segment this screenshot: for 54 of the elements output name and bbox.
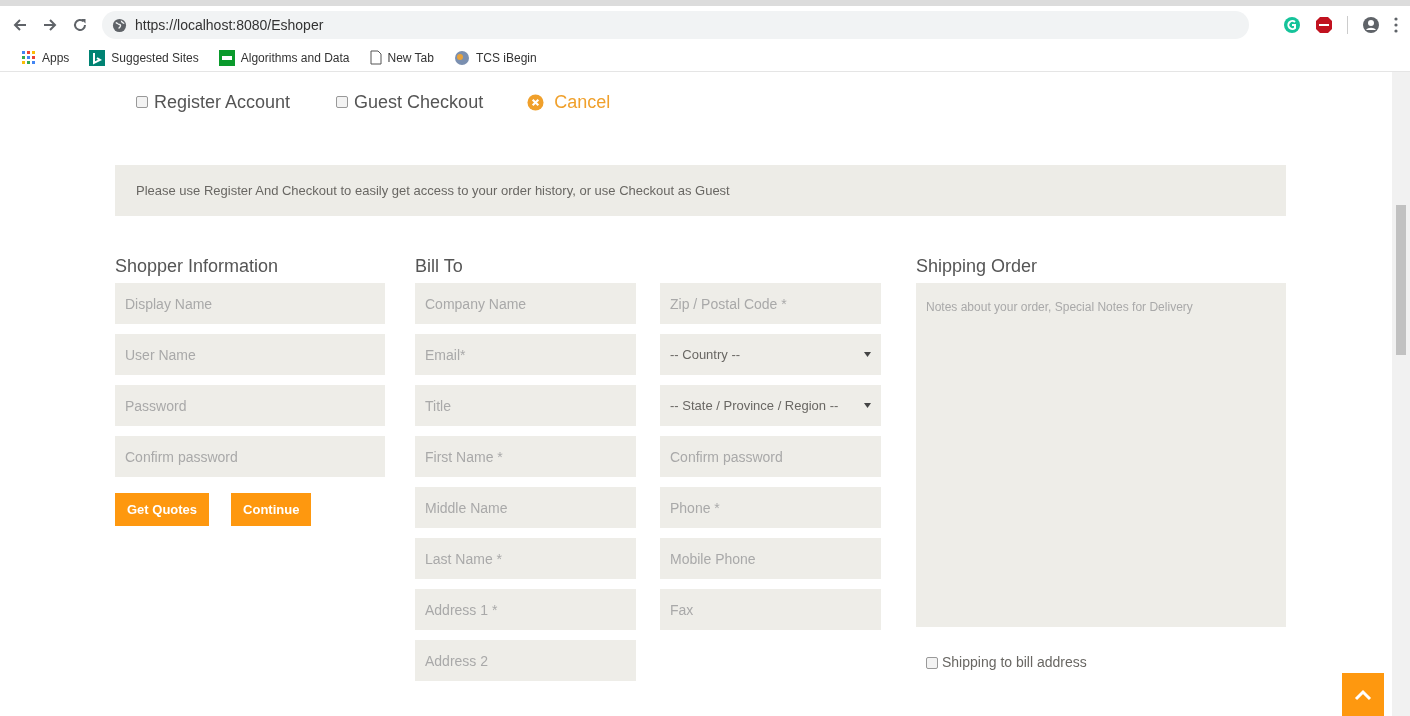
- chevron-up-icon: [1354, 689, 1372, 701]
- input-field[interactable]: Address 1 *: [415, 589, 636, 630]
- globe-icon: [112, 17, 127, 33]
- section-heading: Shipping Order: [916, 255, 1039, 278]
- section-heading: Bill To: [415, 255, 464, 278]
- bookmark[interactable]: Algorithms and Data: [216, 46, 352, 69]
- checkbox-label[interactable]: Register Account: [154, 88, 291, 116]
- input-field[interactable]: Fax: [660, 589, 881, 630]
- input-field[interactable]: First Name *: [415, 436, 636, 477]
- page-icon: [369, 50, 382, 65]
- adblock-icon[interactable]: [1315, 16, 1333, 34]
- apps-grid-icon: [22, 50, 36, 65]
- checkbox-label[interactable]: Shipping to bill address: [942, 652, 1087, 673]
- url-text: https://localhost:8080/Eshoper: [135, 15, 324, 35]
- notice-text: Please use Register And Checkout to easily get access to your order history, or use Checkout as Guest: [136, 181, 730, 200]
- bookmark[interactable]: New Tab: [367, 46, 436, 69]
- input-field[interactable]: Confirm password: [115, 436, 385, 477]
- globe-icon: [454, 49, 470, 66]
- input-field[interactable]: Address 2: [415, 640, 636, 681]
- notes-field[interactable]: Notes about your order, Special Notes for Delivery: [916, 283, 1286, 627]
- input-field[interactable]: Middle Name: [415, 487, 636, 528]
- checkbox-label[interactable]: Guest Checkout: [354, 88, 484, 116]
- input-field[interactable]: Mobile Phone: [660, 538, 881, 579]
- input-field[interactable]: Password: [115, 385, 385, 426]
- input-field[interactable]: Confirm password: [660, 436, 881, 477]
- dropdown[interactable]: -- Country --: [660, 334, 881, 375]
- dropdown[interactable]: -- State / Province / Region --: [660, 385, 881, 426]
- forward-icon[interactable]: [42, 17, 58, 33]
- address-bar[interactable]: https://localhost:8080/Eshoper: [102, 11, 1249, 39]
- input-field[interactable]: Email*: [415, 334, 636, 375]
- input-field[interactable]: Zip / Postal Code *: [660, 283, 881, 324]
- input-field[interactable]: Company Name: [415, 283, 636, 324]
- square-logo-icon: [218, 49, 235, 66]
- checkbox[interactable]: [926, 656, 938, 669]
- reload-icon[interactable]: [72, 17, 88, 33]
- checkbox[interactable]: [136, 96, 148, 108]
- input-field[interactable]: User Name: [115, 334, 385, 375]
- section-heading: Shopper Information: [115, 255, 280, 278]
- input-field[interactable]: Phone *: [660, 487, 881, 528]
- bookmark[interactable]: Suggested Sites: [87, 46, 201, 69]
- input-field[interactable]: Last Name *: [415, 538, 636, 579]
- back-icon[interactable]: [12, 17, 28, 33]
- input-field[interactable]: Title: [415, 385, 636, 426]
- close-circle-icon: [527, 93, 545, 111]
- b-logo-icon: [89, 49, 106, 66]
- checkbox[interactable]: [336, 96, 349, 108]
- scrollbar[interactable]: [1392, 72, 1410, 716]
- bookmark[interactable]: TCS iBegin: [452, 46, 539, 69]
- caret-icon: [864, 352, 871, 357]
- profile-icon[interactable]: [1362, 16, 1380, 34]
- bookmark[interactable]: Apps: [20, 46, 72, 69]
- caret-icon: [864, 403, 871, 408]
- input-field[interactable]: Display Name: [115, 283, 385, 324]
- menu-icon[interactable]: [1394, 17, 1398, 33]
